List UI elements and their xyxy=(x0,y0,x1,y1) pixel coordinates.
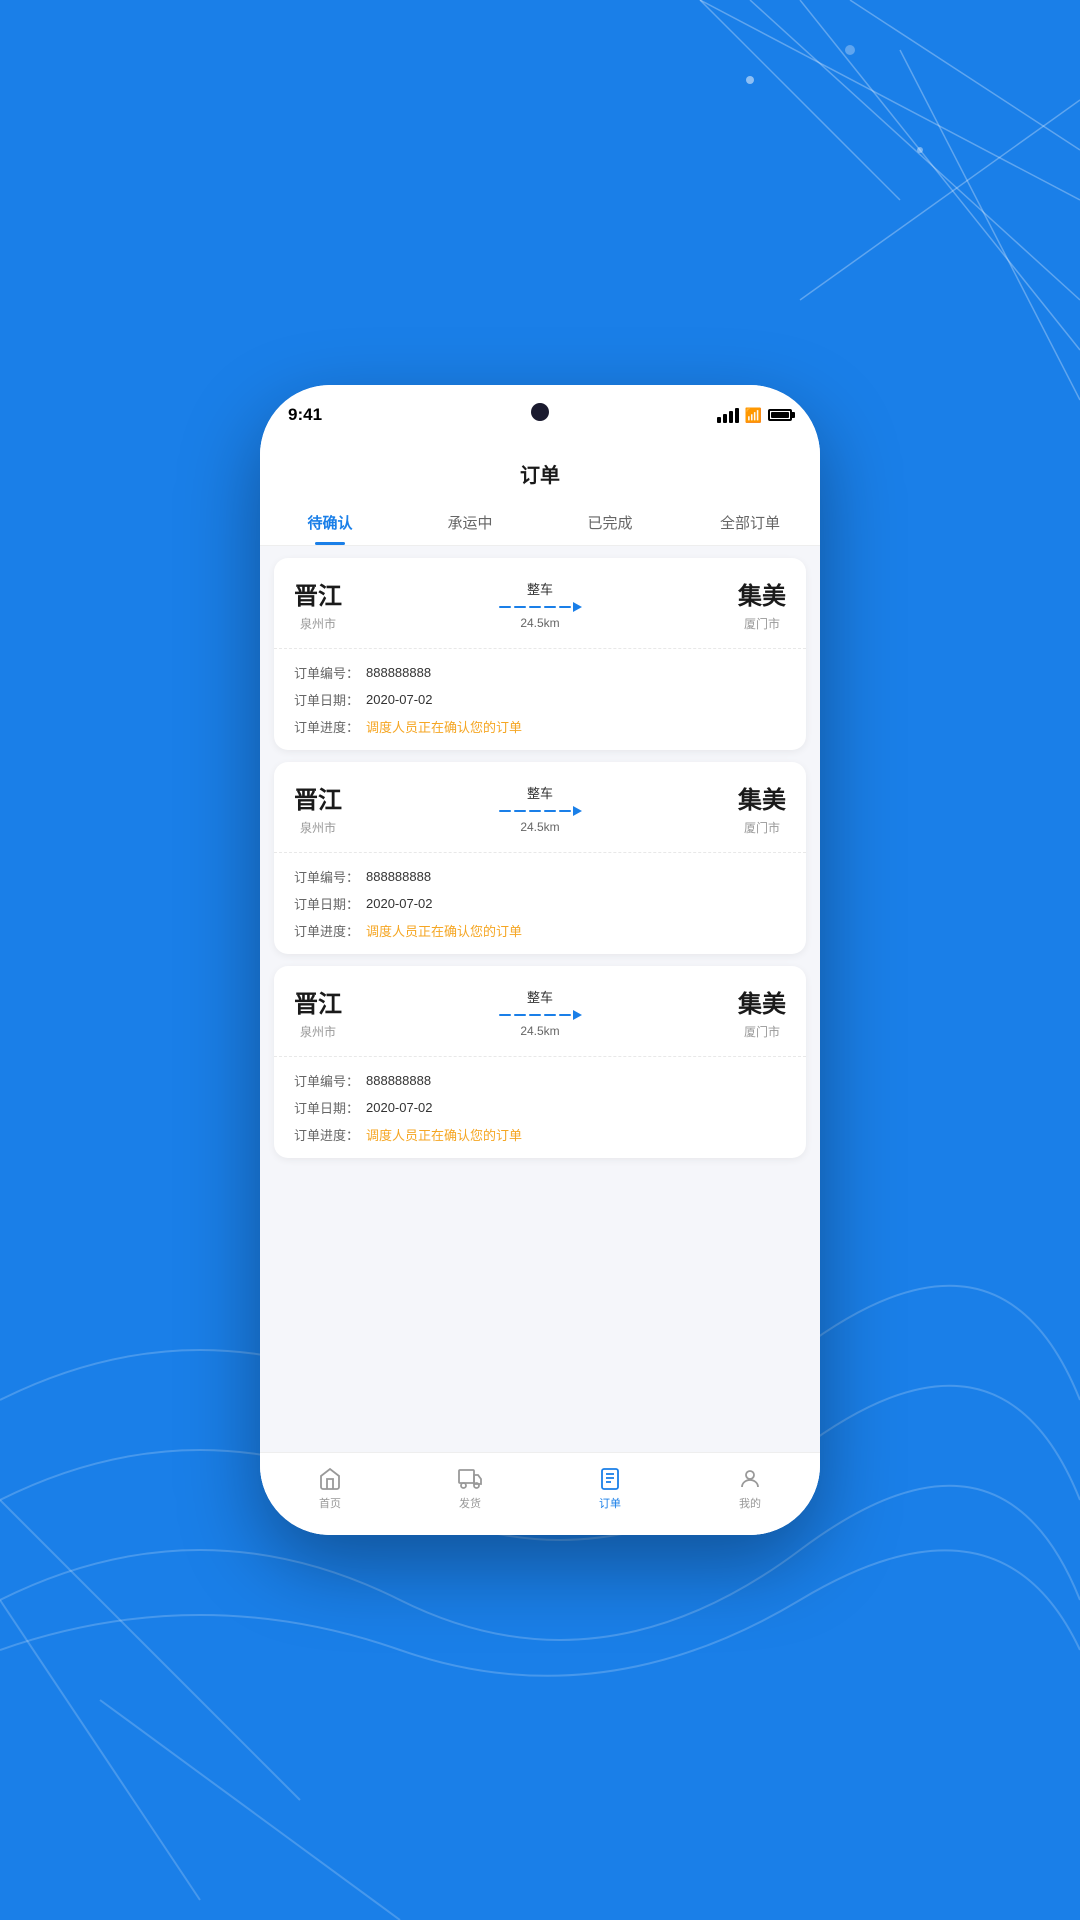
tab-shipping[interactable]: 承运中 xyxy=(400,502,540,545)
detail-row-date: 订单日期： 2020-07-02 xyxy=(294,894,786,913)
order-route: 晋江 泉州市 整车 xyxy=(274,762,806,853)
page-header: 订单 待确认 承运中 已完成 全部订单 xyxy=(260,445,820,546)
nav-item-order[interactable]: 订单 xyxy=(540,1461,680,1517)
signal-icon xyxy=(717,408,739,423)
detail-row-number: 订单编号： 888888888 xyxy=(294,867,786,886)
to-city: 集美 厦门市 xyxy=(738,984,786,1040)
route-middle: 整车 24.5km xyxy=(342,579,738,630)
route-middle: 整车 24.5km xyxy=(342,783,738,834)
detail-row-progress: 订单进度： 调度人员正在确认您的订单 xyxy=(294,921,786,940)
detail-row-date: 订单日期： 2020-07-02 xyxy=(294,690,786,709)
order-details: 订单编号： 888888888 订单日期： 2020-07-02 订单进度： 调… xyxy=(274,853,806,954)
nav-item-home[interactable]: 首页 xyxy=(260,1461,400,1517)
from-city: 晋江 泉州市 xyxy=(294,576,342,632)
order-card[interactable]: 晋江 泉州市 整车 xyxy=(274,762,806,954)
order-icon xyxy=(598,1467,622,1491)
from-city: 晋江 泉州市 xyxy=(294,780,342,836)
detail-row-number: 订单编号： 888888888 xyxy=(294,663,786,682)
order-details: 订单编号： 888888888 订单日期： 2020-07-02 订单进度： 调… xyxy=(274,649,806,750)
tabs-row: 待确认 承运中 已完成 全部订单 xyxy=(260,502,820,546)
route-arrow xyxy=(352,602,728,612)
from-city: 晋江 泉州市 xyxy=(294,984,342,1040)
order-card[interactable]: 晋江 泉州市 整车 xyxy=(274,966,806,1158)
to-city: 集美 厦门市 xyxy=(738,780,786,836)
nav-item-shipping[interactable]: 发货 xyxy=(400,1461,540,1517)
order-card[interactable]: 晋江 泉州市 整车 xyxy=(274,558,806,750)
tab-pending[interactable]: 待确认 xyxy=(260,502,400,545)
route-middle: 整车 24.5km xyxy=(342,987,738,1038)
truck-icon xyxy=(458,1467,482,1491)
profile-icon xyxy=(738,1467,762,1491)
phone-frame: 9:41 📶 订单 待确认 承运中 xyxy=(260,385,820,1535)
detail-row-progress: 订单进度： 调度人员正在确认您的订单 xyxy=(294,717,786,736)
to-city: 集美 厦门市 xyxy=(738,576,786,632)
status-icons: 📶 xyxy=(717,407,792,424)
order-list[interactable]: 晋江 泉州市 整车 xyxy=(260,546,820,1452)
status-bar: 9:41 📶 xyxy=(260,385,820,445)
tab-completed[interactable]: 已完成 xyxy=(540,502,680,545)
detail-row-progress: 订单进度： 调度人员正在确认您的订单 xyxy=(294,1125,786,1144)
detail-row-date: 订单日期： 2020-07-02 xyxy=(294,1098,786,1117)
battery-icon xyxy=(768,409,792,421)
route-arrow xyxy=(352,806,728,816)
wifi-icon: 📶 xyxy=(745,407,762,424)
order-route: 晋江 泉州市 整车 xyxy=(274,558,806,649)
detail-row-number: 订单编号： 888888888 xyxy=(294,1071,786,1090)
home-icon xyxy=(318,1467,342,1491)
page-title: 订单 xyxy=(260,459,820,488)
bottom-nav: 首页 发货 订单 xyxy=(260,1452,820,1535)
order-details: 订单编号： 888888888 订单日期： 2020-07-02 订单进度： 调… xyxy=(274,1057,806,1158)
app-content: 订单 待确认 承运中 已完成 全部订单 xyxy=(260,445,820,1535)
status-time: 9:41 xyxy=(288,405,322,425)
order-route: 晋江 泉州市 整车 xyxy=(274,966,806,1057)
tab-all[interactable]: 全部订单 xyxy=(680,502,820,545)
route-arrow xyxy=(352,1010,728,1020)
nav-item-profile[interactable]: 我的 xyxy=(680,1461,820,1517)
